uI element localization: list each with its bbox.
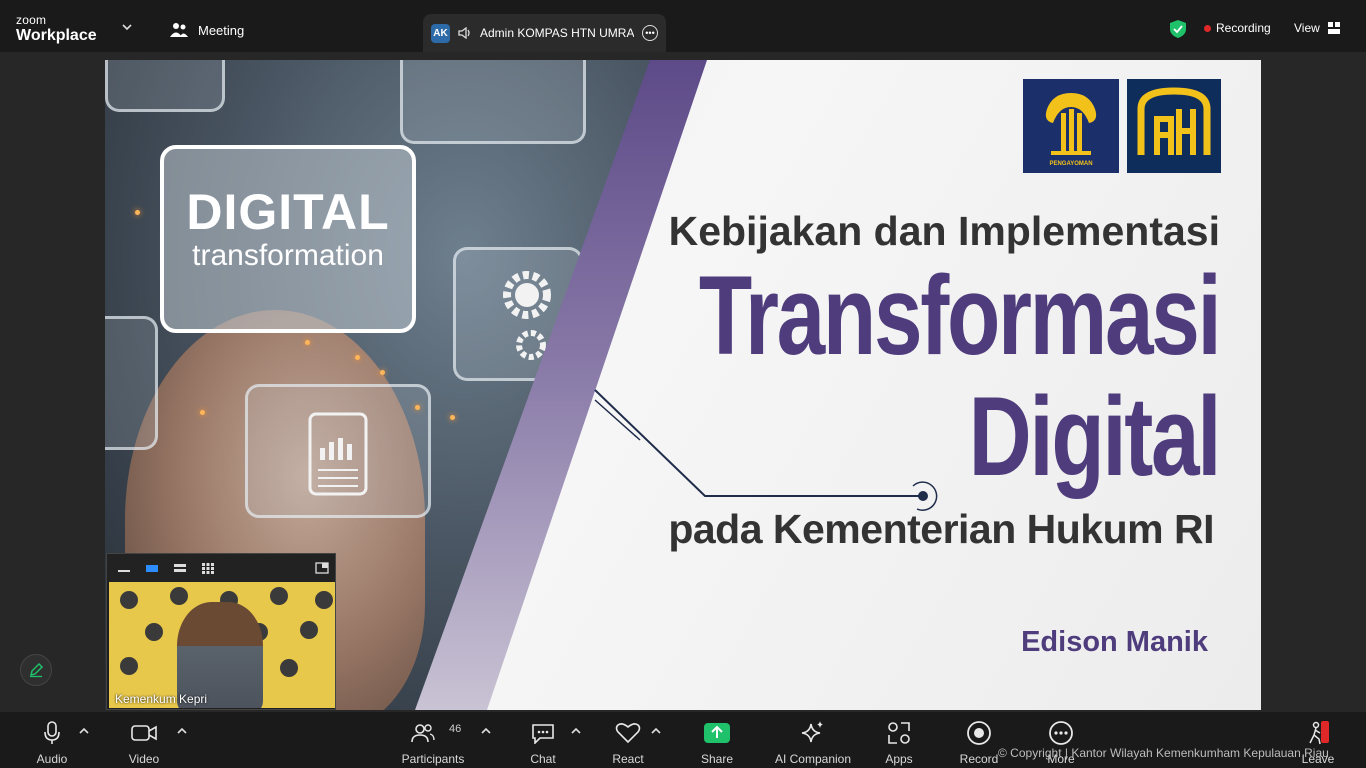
meeting-button[interactable]: Meeting <box>170 22 244 38</box>
record-icon <box>967 721 991 745</box>
react-label: React <box>612 752 644 766</box>
audio-button[interactable]: Audio <box>30 720 74 766</box>
chevron-up-icon[interactable] <box>571 726 581 736</box>
pengayoman-logo: PENGAYOMAN <box>1023 79 1119 173</box>
active-speaker-tab[interactable]: AK Admin KOMPAS HTN UMRAH ••• <box>423 14 666 52</box>
sparkle-icon <box>801 721 823 743</box>
participants-label: Participants <box>401 752 465 766</box>
ai-companion-button[interactable]: AI Companion <box>770 720 856 766</box>
share-button[interactable]: Share <box>694 720 740 766</box>
gallery-layout-icon[interactable] <box>201 562 215 574</box>
ahu-logo <box>1127 79 1221 173</box>
slide-title-line1: Kebijakan dan Implementasi <box>668 208 1220 254</box>
speaker-layout-icon[interactable] <box>145 562 159 574</box>
copyright-watermark: © Copyright | Kantor Wilayah Kemenkumham… <box>998 746 1329 760</box>
speaker-name: Admin KOMPAS HTN UMRAH <box>480 26 634 40</box>
audio-label: Audio <box>36 752 68 766</box>
self-view-name: Kemenkum Kepri <box>115 692 208 706</box>
share-label: Share <box>700 752 734 766</box>
pencil-icon <box>29 662 44 678</box>
grid-view-icon <box>1327 22 1340 34</box>
chat-label: Chat <box>530 752 556 766</box>
slide-title-line2: Transformasi <box>698 253 1221 378</box>
brand-large: Workplace <box>16 27 97 44</box>
annotate-button[interactable] <box>20 654 52 686</box>
pop-out-icon[interactable] <box>315 562 329 574</box>
apps-label: Apps <box>885 752 913 766</box>
share-arrow-icon <box>704 723 730 743</box>
heart-icon <box>615 723 641 744</box>
chevron-up-icon[interactable] <box>177 726 187 736</box>
view-button[interactable]: View <box>1294 21 1340 35</box>
more-dots-icon <box>1049 721 1073 745</box>
zoom-logo: zoom Workplace <box>16 14 97 44</box>
people-icon <box>170 23 188 37</box>
logo-caption: PENGAYOMAN <box>1049 161 1093 167</box>
record-button[interactable]: Record <box>958 720 1000 766</box>
chevron-up-icon[interactable] <box>651 726 661 736</box>
apps-button[interactable]: Apps <box>880 720 918 766</box>
react-button[interactable]: React <box>607 720 649 766</box>
record-label: Record <box>959 752 999 766</box>
chevron-up-icon[interactable] <box>481 726 491 736</box>
slide-author: Edison Manik <box>1021 626 1208 658</box>
strip-layout-icon[interactable] <box>173 562 187 574</box>
video-label: Video <box>128 752 160 766</box>
people-icon <box>411 724 435 743</box>
self-view-toolbar <box>107 554 335 582</box>
top-bar: zoom Workplace Meeting AK Admin KOMPAS H… <box>0 0 1366 52</box>
chevron-up-icon[interactable] <box>79 726 89 736</box>
leave-label: Leave <box>1301 752 1335 766</box>
brand-small: zoom <box>16 13 47 27</box>
meeting-label: Meeting <box>198 22 245 38</box>
recording-label: Recording <box>1216 21 1271 35</box>
chat-button[interactable]: Chat <box>522 720 564 766</box>
microphone-icon <box>44 721 60 744</box>
self-view-panel[interactable]: Kemenkum Kepri <box>106 553 336 710</box>
recording-indicator[interactable]: Recording <box>1204 21 1271 35</box>
leave-icon <box>1309 721 1329 745</box>
meeting-stage: DIGITAL transformation PENGAYOMAN Kebija… <box>0 52 1366 712</box>
speaker-avatar: AK <box>431 23 450 43</box>
leave-button[interactable]: Leave <box>1298 720 1338 766</box>
chevron-down-icon[interactable] <box>122 22 132 32</box>
chat-bubble-icon <box>532 724 554 744</box>
self-view-video <box>109 582 335 708</box>
shield-check-icon[interactable] <box>1170 20 1186 38</box>
speaker-icon <box>458 27 470 39</box>
minimize-icon[interactable] <box>117 562 131 574</box>
apps-icon <box>888 722 910 744</box>
participants-count: 46 <box>449 723 462 735</box>
ai-companion-label: AI Companion <box>774 752 852 766</box>
video-button[interactable]: Video <box>122 720 166 766</box>
meeting-toolbar: Audio Video Participants 46 Chat React S… <box>0 712 1366 768</box>
view-label: View <box>1294 21 1320 35</box>
slide-title-line4: pada Kementerian Hukum RI <box>668 506 1214 552</box>
slide-title-line3: Digital <box>968 374 1221 499</box>
record-dot-icon <box>1204 24 1211 32</box>
more-options-icon[interactable]: ••• <box>642 25 658 41</box>
video-camera-icon <box>131 725 157 741</box>
